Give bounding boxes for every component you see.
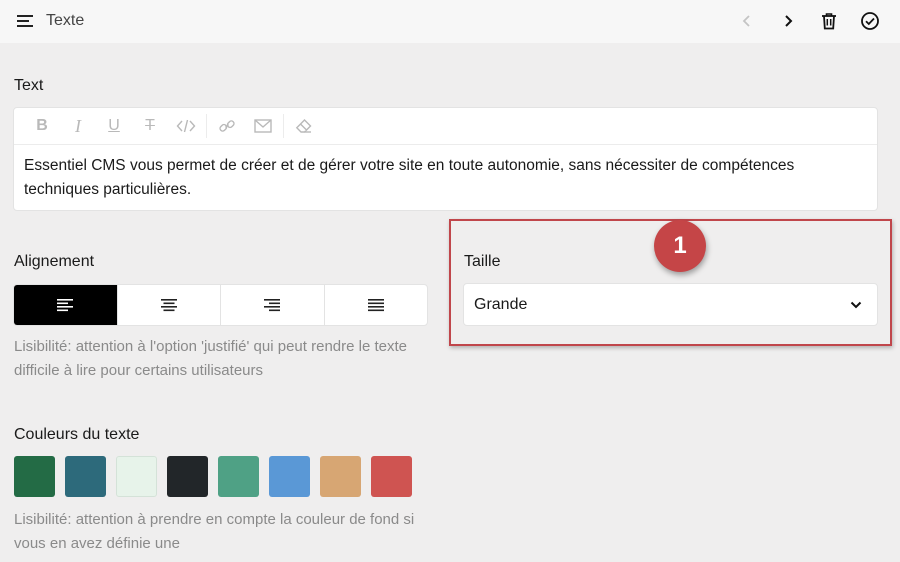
text-label: Text xyxy=(14,77,44,94)
align-justify-button[interactable] xyxy=(325,285,428,325)
alignment-help-text: Lisibilité: attention à l'option 'justif… xyxy=(14,338,407,379)
underline-icon[interactable]: U xyxy=(96,111,132,141)
mail-icon[interactable] xyxy=(245,111,281,141)
callout-number-badge: 1 xyxy=(654,220,706,272)
link-icon[interactable] xyxy=(209,111,245,141)
align-center-icon xyxy=(160,299,177,312)
top-bar: Texte xyxy=(0,0,900,43)
toolbar-divider xyxy=(206,114,207,138)
italic-icon[interactable]: I xyxy=(60,111,96,141)
alignment-label: Alignement xyxy=(14,253,95,270)
eraser-icon[interactable] xyxy=(286,111,322,141)
color-swatch[interactable] xyxy=(167,456,208,497)
color-swatch-list xyxy=(14,456,412,497)
colors-help-text: Lisibilité: attention à prendre en compt… xyxy=(14,511,415,552)
align-right-button[interactable] xyxy=(221,285,325,325)
chevron-down-icon xyxy=(850,301,862,309)
align-left-button[interactable] xyxy=(14,285,118,325)
chevron-left-icon xyxy=(742,15,750,27)
color-swatch[interactable] xyxy=(371,456,412,497)
color-swatch[interactable] xyxy=(14,456,55,497)
strikethrough-icon[interactable]: T xyxy=(132,111,168,141)
check-circle-icon xyxy=(861,12,879,30)
code-icon[interactable] xyxy=(168,111,204,141)
align-left-icon xyxy=(57,299,74,312)
rich-text-editor: B I U T Essentiel CMS vous permet de cré… xyxy=(13,107,878,211)
delete-button[interactable] xyxy=(817,9,841,33)
trash-icon xyxy=(822,13,836,30)
next-button[interactable] xyxy=(776,9,800,33)
alignment-toggle-group xyxy=(13,284,428,326)
chevron-right-icon xyxy=(785,15,793,27)
validate-button[interactable] xyxy=(858,9,882,33)
size-select-value: Grande xyxy=(474,295,528,313)
previous-button[interactable] xyxy=(735,9,759,33)
color-swatch[interactable] xyxy=(65,456,106,497)
size-select[interactable]: Grande xyxy=(463,283,878,326)
color-swatch[interactable] xyxy=(116,456,157,497)
panel-title: Texte xyxy=(46,12,85,29)
align-right-icon xyxy=(264,299,281,312)
size-label: Taille xyxy=(464,253,501,270)
align-justify-icon xyxy=(367,299,384,312)
toolbar-divider xyxy=(283,114,284,138)
text-colors-label: Couleurs du texte xyxy=(14,426,140,443)
menu-icon[interactable] xyxy=(16,13,34,29)
align-center-button[interactable] xyxy=(118,285,221,325)
editor-content[interactable]: Essentiel CMS vous permet de créer et de… xyxy=(14,145,877,211)
editor-toolbar: B I U T xyxy=(14,108,877,145)
color-swatch[interactable] xyxy=(218,456,259,497)
bold-icon[interactable]: B xyxy=(24,111,60,141)
color-swatch[interactable] xyxy=(269,456,310,497)
color-swatch[interactable] xyxy=(320,456,361,497)
